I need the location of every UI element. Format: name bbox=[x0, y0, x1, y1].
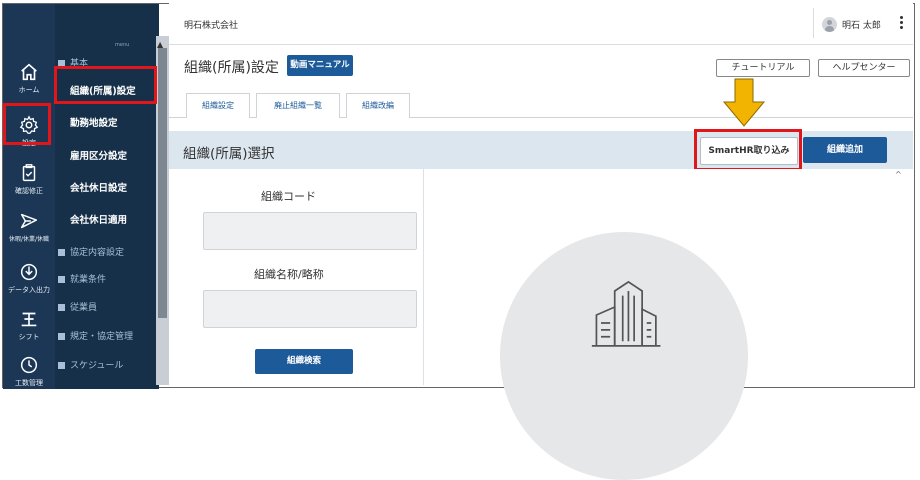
subnav-section-agreement[interactable]: 協定内容設定 bbox=[58, 245, 124, 258]
plane-icon bbox=[20, 213, 38, 229]
download-icon bbox=[20, 263, 38, 281]
avatar[interactable] bbox=[822, 17, 837, 32]
subnav-item-holiday[interactable]: 会社休日設定 bbox=[70, 180, 127, 194]
more-menu-icon[interactable] bbox=[900, 16, 903, 31]
org-search-button[interactable]: 組織検索 bbox=[255, 349, 353, 374]
rail-label-home: ホーム bbox=[18, 86, 40, 94]
subnav-section-label: 従業員 bbox=[70, 303, 98, 313]
tab-abolished-orgs[interactable]: 廃止組織一覧 bbox=[256, 93, 340, 118]
org-name-label: 組織名称/略称 bbox=[254, 268, 324, 281]
subnav-item-workplace[interactable]: 勤務地設定 bbox=[70, 115, 118, 129]
scroll-up-icon[interactable]: ^ bbox=[895, 170, 902, 179]
empty-state-circle bbox=[500, 232, 748, 480]
rail-item-check[interactable]: 確認修正 bbox=[3, 156, 55, 200]
subnav-header: menu bbox=[55, 4, 159, 50]
clock-icon bbox=[20, 356, 38, 374]
header-divider bbox=[813, 8, 814, 38]
plus-square-icon bbox=[58, 249, 65, 256]
org-code-label: 組織コード bbox=[261, 190, 316, 203]
org-name-input[interactable] bbox=[203, 290, 417, 328]
shift-icon bbox=[21, 312, 37, 327]
highlight-settings bbox=[3, 103, 51, 145]
plus-square-icon bbox=[58, 276, 65, 283]
subnav-item-employment[interactable]: 雇用区分設定 bbox=[70, 148, 127, 162]
subnav-scroll-thumb[interactable] bbox=[158, 48, 167, 318]
rail-label-shift: シフト bbox=[18, 333, 40, 341]
tab-org-settings[interactable]: 組織設定 bbox=[186, 93, 250, 118]
page-title: 組織(所属)設定 bbox=[184, 60, 279, 76]
subnav-section-schedule[interactable]: スケジュール bbox=[58, 358, 123, 371]
tree-scrollbar[interactable] bbox=[893, 169, 905, 385]
rail-label-check: 確認修正 bbox=[15, 187, 43, 195]
subnav-section-label: 就業条件 bbox=[70, 275, 107, 285]
subnav-section-label: 協定内容設定 bbox=[70, 248, 125, 258]
plus-square-icon bbox=[58, 304, 65, 311]
tutorial-button[interactable]: チュートリアル bbox=[716, 59, 810, 77]
panel-title: 組織(所属)選択 bbox=[183, 146, 275, 162]
rail-item-shift[interactable]: シフト bbox=[3, 302, 55, 346]
subnav-section-label: スケジュール bbox=[70, 361, 124, 371]
subnav-item-label: 勤務地設定 bbox=[70, 118, 118, 129]
video-manual-button[interactable]: 動画マニュアル bbox=[287, 55, 353, 76]
subnav-item-label: 雇用区分設定 bbox=[70, 151, 128, 162]
help-center-button[interactable]: ヘルプセンター bbox=[818, 59, 910, 77]
subnav-section-label: 規定・協定管理 bbox=[70, 332, 134, 342]
top-bar bbox=[169, 0, 913, 45]
subnav-item-label: 会社休日適用 bbox=[70, 215, 128, 226]
clipboard-icon bbox=[22, 164, 36, 182]
rail-item-data[interactable]: データ入出力 bbox=[3, 255, 55, 299]
user-name[interactable]: 明石 太郎 bbox=[842, 18, 881, 31]
org-code-input[interactable] bbox=[203, 212, 417, 250]
plus-square-icon bbox=[58, 362, 65, 369]
subnav-scroll-up-icon[interactable]: ▲ bbox=[157, 40, 163, 49]
rail-item-clock[interactable]: 工数管理 bbox=[3, 348, 55, 392]
add-org-button[interactable]: 組織追加 bbox=[803, 137, 887, 163]
plus-square-icon bbox=[58, 333, 65, 340]
rail-item-leave[interactable]: 休暇/休業/休職 bbox=[3, 204, 55, 248]
highlight-org-item bbox=[54, 66, 157, 104]
building-icon bbox=[591, 280, 661, 347]
subnav-section-employees[interactable]: 従業員 bbox=[58, 300, 97, 313]
subnav-tiny-text: menu bbox=[115, 42, 130, 48]
rail-item-home[interactable]: ホーム bbox=[3, 55, 55, 99]
rail-label-clock: 工数管理 bbox=[15, 379, 43, 387]
company-name: 明石株式会社 bbox=[184, 21, 239, 31]
arrow-down-icon bbox=[722, 78, 766, 127]
rail-label-leave: 休暇/休業/休職 bbox=[8, 236, 50, 243]
tab-org-restructure[interactable]: 組織改編 bbox=[346, 93, 410, 118]
rail-label-data: データ入出力 bbox=[8, 286, 50, 294]
subnav-item-holiday-apply[interactable]: 会社休日適用 bbox=[70, 212, 127, 226]
highlight-smarthr bbox=[694, 129, 802, 171]
subnav-section-rules[interactable]: 規定・協定管理 bbox=[58, 329, 133, 342]
home-icon bbox=[21, 63, 37, 81]
subnav-item-label: 会社休日設定 bbox=[70, 183, 128, 194]
subnav-section-conditions[interactable]: 就業条件 bbox=[58, 272, 106, 285]
